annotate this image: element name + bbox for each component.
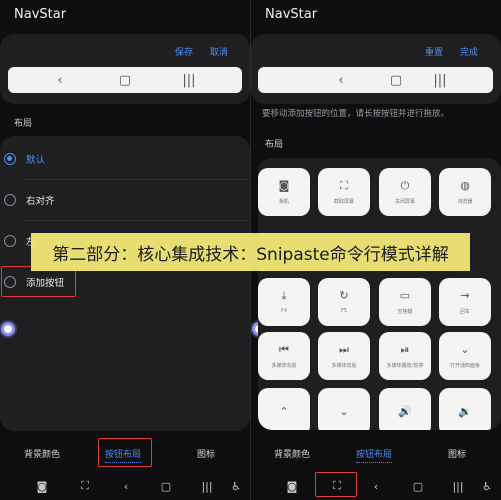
recents-icon[interactable]: ||| bbox=[450, 475, 466, 497]
accessibility-icon[interactable]: ♿ bbox=[228, 475, 244, 497]
system-navbar: ◙ ⛶ ‹ ▢ ||| ♿ bbox=[251, 475, 501, 497]
tile-power[interactable]: ⏻ 关闭屏幕 bbox=[379, 168, 431, 216]
back-icon[interactable]: ‹ bbox=[368, 475, 384, 497]
tile-camera[interactable]: ◙ 相机 bbox=[258, 168, 310, 216]
title-banner: 第二部分：核心集成技术：Snipaste命令行模式详解 bbox=[31, 233, 470, 271]
tile-media-next[interactable]: ⏭ 多媒体向后 bbox=[318, 332, 370, 380]
home-icon: ▢ bbox=[389, 72, 403, 88]
back-icon: ‹ bbox=[338, 72, 344, 88]
option-label: 右对齐 bbox=[26, 196, 55, 207]
option-label: 默认 bbox=[26, 155, 46, 166]
tile-f4[interactable]: ⤓ F4 bbox=[258, 278, 310, 326]
option-right-align[interactable]: 右对齐 bbox=[0, 180, 250, 220]
tile-label: 多媒体向前 bbox=[271, 362, 297, 369]
button-grid: ◙ 相机 ⛶ 截取屏幕 ⏻ 关闭屏幕 ◍ 浏览器 ⤓ F4 ↻ F5 ▭ 空格键 → 回车 ⏮ 多… bbox=[258, 158, 501, 430]
space-icon: ▭ bbox=[399, 288, 411, 302]
tile-label: 关闭屏幕 bbox=[394, 198, 415, 205]
camera-icon: ◙ bbox=[278, 178, 290, 192]
power-icon: ⏻ bbox=[400, 178, 410, 192]
navbar-preview: ‹ ▢ ||| bbox=[8, 67, 242, 93]
arrow-right-icon: → bbox=[460, 288, 470, 302]
chevron-up-icon: ⌃ bbox=[279, 405, 289, 418]
tile-media-play-pause[interactable]: ⏯ 多媒体播放/暂停 bbox=[379, 332, 431, 380]
tile-browser[interactable]: ◍ 浏览器 bbox=[439, 168, 491, 216]
camera-icon[interactable]: ◙ bbox=[34, 475, 50, 497]
banner-text: 第二部分：核心集成技术：Snipaste命令行模式详解 bbox=[52, 244, 449, 265]
section-label: 布局 bbox=[14, 119, 33, 129]
tile-label: 多媒体向后 bbox=[331, 362, 357, 369]
tile-down[interactable]: ⌄ bbox=[318, 388, 370, 430]
home-icon: ▢ bbox=[118, 72, 132, 88]
tile-volume-up[interactable]: 🔊 bbox=[379, 388, 431, 430]
radio[interactable] bbox=[4, 194, 16, 206]
home-icon[interactable]: ▢ bbox=[410, 475, 426, 497]
reset-button[interactable]: 重置 bbox=[425, 48, 443, 58]
tile-label: 打开通知面板 bbox=[449, 362, 480, 369]
app-title: NavStar bbox=[14, 7, 67, 22]
tile-enter[interactable]: → 回车 bbox=[439, 278, 491, 326]
done-button[interactable]: 完成 bbox=[460, 48, 478, 58]
section-label: 布局 bbox=[265, 140, 284, 150]
rewind-icon: ⏮ bbox=[279, 342, 289, 356]
tile-label: 截取屏幕 bbox=[333, 198, 354, 205]
save-button[interactable]: 保存 bbox=[175, 48, 193, 58]
top-actions: 保存 取消 bbox=[161, 45, 228, 58]
tab-icons[interactable]: 图标 bbox=[197, 447, 215, 460]
tile-screenshot[interactable]: ⛶ 截取屏幕 bbox=[318, 168, 370, 216]
cancel-button[interactable]: 取消 bbox=[210, 48, 228, 58]
highlight-box bbox=[98, 438, 152, 467]
screenshot-icon: ⛶ bbox=[340, 178, 348, 192]
system-navbar: ◙ ⛶ ‹ ▢ ||| ♿ bbox=[0, 475, 250, 497]
floating-button-icon[interactable] bbox=[1, 322, 15, 336]
tab-background-color[interactable]: 背景颜色 bbox=[274, 447, 310, 460]
back-icon: ‹ bbox=[57, 72, 63, 88]
drag-hint-text: 要移动添加按钮的位置，请长按按钮并进行拖放。 bbox=[262, 109, 450, 119]
tab-button-layout[interactable]: 按钮布局 bbox=[356, 447, 393, 463]
download-icon: ⤓ bbox=[281, 289, 287, 302]
fast-forward-icon: ⏭ bbox=[339, 342, 349, 356]
radio[interactable] bbox=[4, 235, 16, 247]
recents-icon[interactable]: ||| bbox=[199, 475, 215, 497]
tile-media-prev[interactable]: ⏮ 多媒体向前 bbox=[258, 332, 310, 380]
tile-label: 空格键 bbox=[397, 308, 413, 315]
screenshot-icon[interactable]: ⛶ bbox=[77, 475, 93, 497]
tile-volume-down[interactable]: 🔉 bbox=[439, 388, 491, 430]
volume-down-icon: 🔉 bbox=[458, 405, 472, 418]
app-title: NavStar bbox=[265, 7, 318, 22]
camera-icon[interactable]: ◙ bbox=[284, 475, 300, 497]
home-icon[interactable]: ▢ bbox=[158, 475, 174, 497]
tile-label: 回车 bbox=[459, 308, 470, 315]
recents-icon: ||| bbox=[433, 72, 447, 88]
accessibility-icon[interactable]: ♿ bbox=[479, 475, 495, 497]
option-default[interactable]: 默认 bbox=[0, 139, 250, 179]
tile-label: 多媒体播放/暂停 bbox=[386, 362, 424, 369]
chevron-down-icon: ⌄ bbox=[460, 342, 470, 356]
tile-label: F5 bbox=[340, 308, 348, 314]
chevron-down-icon: ⌄ bbox=[339, 405, 349, 418]
top-actions: 重置 完成 bbox=[411, 45, 478, 58]
back-icon[interactable]: ‹ bbox=[118, 475, 134, 497]
refresh-icon: ↻ bbox=[339, 289, 349, 302]
tile-space[interactable]: ▭ 空格键 bbox=[379, 278, 431, 326]
tile-label: 浏览器 bbox=[457, 198, 473, 205]
globe-icon: ◍ bbox=[460, 178, 470, 192]
tile-up[interactable]: ⌃ bbox=[258, 388, 310, 430]
tile-f5[interactable]: ↻ F5 bbox=[318, 278, 370, 326]
tab-background-color[interactable]: 背景颜色 bbox=[24, 447, 60, 460]
tab-icons[interactable]: 图标 bbox=[448, 447, 466, 460]
volume-up-icon: 🔊 bbox=[398, 405, 412, 418]
navbar-preview: ‹ ▢ ||| bbox=[258, 67, 493, 93]
tile-notifications[interactable]: ⌄ 打开通知面板 bbox=[439, 332, 491, 380]
highlight-box bbox=[315, 472, 357, 497]
tile-label: F4 bbox=[280, 308, 288, 314]
tile-label: 相机 bbox=[278, 198, 289, 205]
recents-icon: ||| bbox=[182, 72, 196, 88]
play-pause-icon: ⏯ bbox=[400, 342, 410, 356]
radio-selected[interactable] bbox=[4, 153, 16, 165]
